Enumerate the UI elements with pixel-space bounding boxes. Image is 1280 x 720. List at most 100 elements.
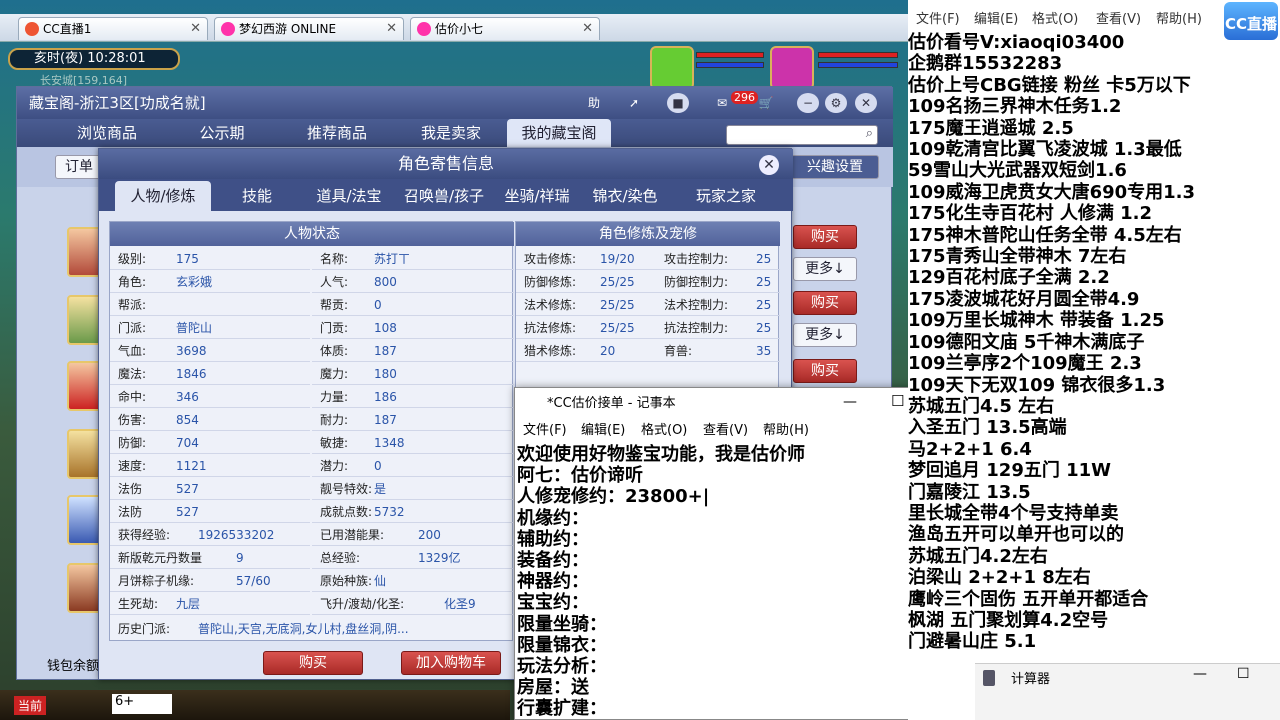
stat-key: 攻击控制力: bbox=[664, 252, 729, 266]
stat-value: 704 bbox=[176, 436, 199, 450]
stat-key: 名称: bbox=[320, 252, 349, 266]
search-input[interactable]: ⌕ bbox=[726, 125, 878, 145]
menu-view[interactable]: 查看(V) bbox=[703, 420, 748, 442]
menu-file[interactable]: 文件(F) bbox=[523, 420, 567, 442]
tab-skills[interactable]: 技能 bbox=[217, 181, 297, 211]
more-button[interactable]: 更多↓ bbox=[793, 323, 857, 347]
stat-key: 法伤 bbox=[118, 482, 143, 496]
menu-help[interactable]: 帮助(H) bbox=[763, 420, 809, 442]
menu-edit[interactable]: 编辑(E) bbox=[974, 8, 1018, 32]
price-line: 门嘉陵江 13.5 bbox=[908, 481, 1031, 503]
stat-key: 潜力: bbox=[320, 459, 349, 473]
tab-public[interactable]: 公示期 bbox=[177, 119, 267, 147]
gear-icon[interactable]: ⚙ bbox=[825, 93, 847, 113]
close-icon[interactable]: ✕ bbox=[582, 18, 593, 40]
chat-channel[interactable]: 当前 bbox=[14, 696, 47, 715]
close-icon[interactable]: ✕ bbox=[386, 18, 397, 40]
minimize-icon[interactable]: — bbox=[843, 394, 857, 410]
stat-value: 25 bbox=[756, 252, 772, 266]
pet-portrait[interactable] bbox=[650, 46, 694, 90]
menu-file[interactable]: 文件(F) bbox=[916, 8, 960, 32]
stat-row: 生死劫: 九层 bbox=[110, 593, 310, 615]
stat-value: 3698 bbox=[176, 344, 207, 358]
stat-row: 法伤 527 bbox=[110, 478, 310, 500]
text-line: 限量锦衣： bbox=[517, 634, 607, 656]
interest-settings-button[interactable]: 兴趣设置 bbox=[791, 155, 879, 179]
tab-browse[interactable]: 浏览商品 bbox=[57, 119, 157, 147]
tab-items[interactable]: 道具/法宝 bbox=[305, 181, 393, 211]
price-line: 109乾清宫比翼飞凌波城 1.3最低 bbox=[908, 139, 1182, 161]
search-icon[interactable]: ⌕ bbox=[866, 126, 873, 141]
tab-my-shop[interactable]: 我的藏宝阁 bbox=[507, 119, 611, 147]
stat-key: 育兽: bbox=[664, 344, 693, 358]
stat-row: 魔法: 1846 bbox=[110, 363, 310, 385]
close-icon[interactable]: ✕ bbox=[759, 155, 779, 175]
tab-home[interactable]: 玩家之家 bbox=[671, 181, 781, 211]
chat-icon[interactable]: ✉ bbox=[711, 93, 733, 113]
menu-format[interactable]: 格式(O) bbox=[1032, 8, 1078, 32]
buy-button[interactable]: 购买 bbox=[793, 359, 857, 383]
maximize-icon[interactable]: ☐ bbox=[891, 392, 904, 410]
order-button[interactable]: 订单 bbox=[55, 155, 103, 179]
help-button[interactable]: 助 bbox=[583, 93, 605, 113]
text-line: 辅助约： bbox=[517, 528, 589, 550]
cultivation-row: 猎术修炼: 20 育兽: 35 bbox=[516, 340, 780, 362]
menu-help[interactable]: 帮助(H) bbox=[1156, 8, 1202, 32]
stat-key: 命中: bbox=[118, 390, 147, 404]
buy-button[interactable]: 购买 bbox=[793, 291, 857, 315]
price-line: 鹰岭三个固伤 五开单开都适合 bbox=[908, 588, 1149, 610]
stat-row: 潜力: 0 bbox=[312, 455, 514, 477]
close-icon[interactable]: ✕ bbox=[190, 18, 201, 40]
stat-row: 帮贡: 0 bbox=[312, 294, 514, 316]
buy-button[interactable]: 购买 bbox=[263, 651, 363, 675]
menu-view[interactable]: 查看(V) bbox=[1096, 8, 1141, 32]
stat-row: 法防 527 bbox=[110, 501, 310, 523]
tab-recommend[interactable]: 推荐商品 bbox=[287, 119, 387, 147]
player-portrait[interactable] bbox=[770, 46, 814, 90]
price-list[interactable]: 估价看号V:xiaoqi03400 企鹅群15532283 估价上号CBG链接 粉丝… bbox=[908, 32, 1280, 653]
text-line: 神器约： bbox=[517, 571, 589, 593]
browser-tab-price[interactable]: 估价小七 ✕ bbox=[410, 17, 600, 40]
stat-value: 187 bbox=[374, 344, 397, 358]
buy-button[interactable]: 购买 bbox=[793, 225, 857, 249]
stat-value: 玄彩娥 bbox=[176, 275, 213, 289]
text-line: 阿七：估价谛听 bbox=[517, 465, 643, 487]
stat-row: 命中: 346 bbox=[110, 386, 310, 408]
menu-edit[interactable]: 编辑(E) bbox=[581, 420, 625, 442]
stop-icon[interactable]: ■ bbox=[667, 93, 689, 113]
notepad-text[interactable]: 欢迎使用好物鉴宝功能，我是估价师 阿七：估价谛听 人修宠修约：23800+| 机缘约：… bbox=[517, 444, 972, 720]
stat-value: 化圣9 bbox=[444, 597, 476, 611]
stat-value: 57/60 bbox=[236, 574, 271, 588]
text-line: 行囊扩建： bbox=[517, 698, 607, 720]
price-line: 企鹅群15532283 bbox=[908, 53, 1063, 75]
price-line: 175魔王逍遥城 2.5 bbox=[908, 117, 1074, 139]
stat-key: 速度: bbox=[118, 459, 147, 473]
tab-character[interactable]: 人物/修炼 bbox=[115, 181, 211, 211]
minimize-icon[interactable]: — bbox=[1193, 666, 1207, 682]
minimize-icon[interactable]: − bbox=[797, 93, 819, 113]
share-icon[interactable]: ➚ bbox=[623, 93, 645, 113]
tab-outfits[interactable]: 锦衣/染色 bbox=[583, 181, 667, 211]
chat-input[interactable]: 6+ bbox=[112, 694, 172, 714]
tab-pets[interactable]: 召唤兽/孩子 bbox=[397, 181, 491, 211]
more-button[interactable]: 更多↓ bbox=[793, 257, 857, 281]
close-icon[interactable]: ✕ bbox=[855, 93, 877, 113]
stat-key: 魔力: bbox=[320, 367, 349, 381]
price-line: 175神木普陀山任务全带 4.5左右 bbox=[908, 224, 1182, 246]
stat-row: 人气: 800 bbox=[312, 271, 514, 293]
game-icon bbox=[417, 22, 431, 36]
maximize-icon[interactable]: ☐ bbox=[1237, 666, 1250, 682]
price-line: 175青秀山全带神木 7左右 bbox=[908, 246, 1127, 268]
stat-value: 187 bbox=[374, 413, 397, 427]
panel-heading: 人物状态 bbox=[110, 222, 514, 246]
menu-format[interactable]: 格式(O) bbox=[641, 420, 687, 442]
stat-key: 原始种族: bbox=[320, 574, 373, 588]
add-to-cart-button[interactable]: 加入购物车 bbox=[401, 651, 501, 675]
browser-tab-cc[interactable]: CC直播1 ✕ bbox=[18, 17, 208, 40]
stat-key: 法术修炼: bbox=[524, 298, 577, 312]
tab-mounts[interactable]: 坐骑/祥瑞 bbox=[495, 181, 579, 211]
price-line: 129百花村底子全满 2.2 bbox=[908, 267, 1110, 289]
browser-tab-game[interactable]: 梦幻西游 ONLINE ✕ bbox=[214, 17, 404, 40]
cart-icon[interactable]: 🛒 bbox=[755, 93, 777, 113]
tab-seller[interactable]: 我是卖家 bbox=[401, 119, 501, 147]
